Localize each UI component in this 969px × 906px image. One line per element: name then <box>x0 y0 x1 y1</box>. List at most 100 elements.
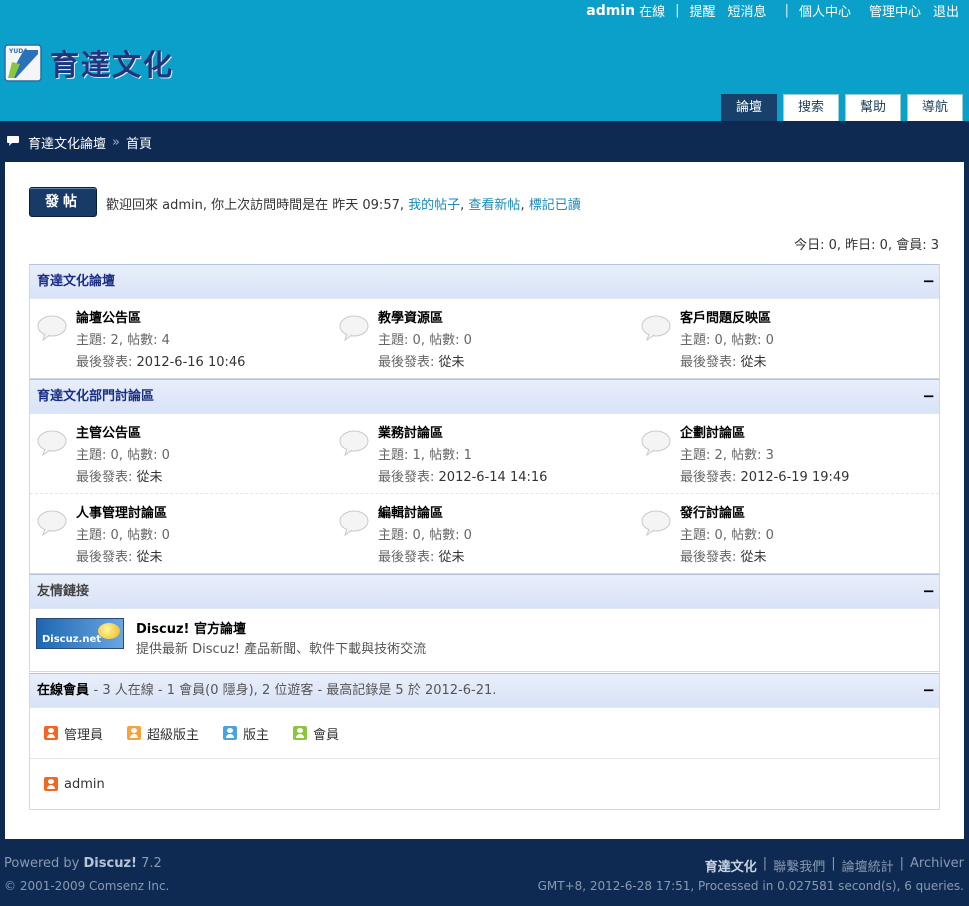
topics-label: 主題: <box>378 528 409 543</box>
posts-count: 0 <box>765 333 774 348</box>
topics-count: 0 <box>714 333 723 348</box>
forum-status-icon <box>36 430 67 457</box>
online-status: 在線 <box>639 5 666 20</box>
legend-label: 管理員 <box>64 727 104 743</box>
divider: | <box>784 3 789 18</box>
admin-center-link[interactable]: 管理中心 <box>869 1 921 20</box>
last-post-time[interactable]: 2012-6-16 10:46 <box>137 355 246 370</box>
tab-navigation[interactable]: 導航 <box>906 94 963 121</box>
forum-item: 業務討論區 主題: 1, 帖數: 1 最後發表: 2012-6-14 14:16 <box>332 414 634 493</box>
contact-link[interactable]: 聯繫我們 <box>773 856 825 875</box>
last-post-time: 從未 <box>136 470 163 485</box>
topics-label: 主題: <box>378 448 409 463</box>
topics-label: 主題: <box>76 528 107 543</box>
forum-status-icon <box>338 315 369 342</box>
category-header: 育達文化部門討論區 − <box>30 380 939 414</box>
posts-label: 帖數: <box>429 528 460 543</box>
archiver-link[interactable]: Archiver <box>910 856 964 875</box>
forum-item: 人事管理討論區 主題: 0, 帖數: 0 最後發表: 從未 <box>30 494 332 573</box>
friend-link-name[interactable]: Discuz! 官方論壇 <box>136 618 246 637</box>
online-summary: - 3 人在線 - 1 會員(0 隱身), 2 位遊客 - 最高記錄是 5 於 … <box>93 683 497 698</box>
stats-link[interactable]: 論壇統計 <box>842 856 894 875</box>
divider: | <box>762 856 768 871</box>
forum-counts: 主題: 0, 帖數: 0 <box>378 333 472 348</box>
footer-brand-link[interactable]: 育達文化 <box>705 856 757 875</box>
discuz-logo[interactable]: Discuz.net <box>36 618 124 649</box>
forum-name[interactable]: 編輯討論區 <box>378 502 443 521</box>
admin-user-icon <box>44 726 58 740</box>
notifications-link[interactable]: 提醒 <box>690 1 716 20</box>
topics-label: 主題: <box>680 333 711 348</box>
divider: | <box>831 856 836 871</box>
forum-name[interactable]: 業務討論區 <box>378 422 443 441</box>
last-post-label: 最後發表: <box>680 470 737 485</box>
online-user[interactable]: admin <box>44 777 105 792</box>
welcome-message: 歡迎回來 admin, 你上次訪問時間是在 昨天 09:57, 我的帖子, 查看… <box>106 198 581 213</box>
posts-count: 0 <box>161 448 170 463</box>
forum-item: 企劃討論區 主題: 2, 帖數: 3 最後發表: 2012-6-19 19:49 <box>634 414 936 493</box>
topics-count: 0 <box>110 528 119 543</box>
username-link[interactable]: admin <box>586 3 635 19</box>
forum-name[interactable]: 發行討論區 <box>680 502 745 521</box>
last-post-label: 最後發表: <box>378 550 435 565</box>
last-post-time[interactable]: 2012-6-19 19:49 <box>741 470 850 485</box>
category-title[interactable]: 育達文化論壇 <box>37 274 115 289</box>
forum-item: 教學資源區 主題: 0, 帖數: 0 最後發表: 從未 <box>332 299 634 378</box>
last-post-label: 最後發表: <box>76 470 133 485</box>
forum-name[interactable]: 論壇公告區 <box>76 307 141 326</box>
forum-last-post: 最後發表: 2012-6-19 19:49 <box>680 466 849 485</box>
forum-last-post: 最後發表: 從未 <box>680 351 767 370</box>
super-moderator-user-icon <box>127 726 142 740</box>
posts-count: 3 <box>765 448 774 463</box>
collapse-button[interactable]: − <box>922 674 935 707</box>
legend-item: 會員 <box>293 724 339 743</box>
posts-label: 帖數: <box>731 448 762 463</box>
forum-row: 主管公告區 主題: 0, 帖數: 0 最後發表: 從未 業務討論區 主題: 1,… <box>30 414 939 494</box>
my-posts-link[interactable]: 我的帖子 <box>408 198 460 213</box>
product-link[interactable]: Discuz! <box>84 856 137 871</box>
breadcrumb-forum-link[interactable]: 育達文化論壇 <box>28 133 106 152</box>
forum-name[interactable]: 主管公告區 <box>76 422 141 441</box>
forum-item: 主管公告區 主題: 0, 帖數: 0 最後發表: 從未 <box>30 414 332 493</box>
last-post-label: 最後發表: <box>378 470 435 485</box>
collapse-button[interactable]: − <box>922 380 935 413</box>
collapse-button[interactable]: − <box>922 265 935 298</box>
forum-status-icon <box>36 510 67 537</box>
forum-name[interactable]: 企劃討論區 <box>680 422 745 441</box>
collapse-button[interactable]: − <box>922 575 935 608</box>
forum-counts: 主題: 0, 帖數: 0 <box>76 448 170 463</box>
legend-item: 管理員 <box>44 724 103 743</box>
topics-count: 0 <box>412 333 421 348</box>
tab-help[interactable]: 幫助 <box>844 94 901 121</box>
logo-mark-icon: YUDA <box>4 44 42 82</box>
tab-search[interactable]: 搜索 <box>782 94 839 121</box>
site-header: admin 在線 | 提醒 短消息 | 個人中心 管理中心 退出 YUDA 育達… <box>0 0 969 121</box>
forum-status-icon <box>640 510 671 537</box>
legend-item: 超級版主 <box>127 724 199 743</box>
online-members-title: 在線會員 <box>37 683 90 698</box>
posts-count: 0 <box>765 528 774 543</box>
last-post-time: 從未 <box>740 550 767 565</box>
forum-status-icon <box>640 430 671 457</box>
mark-read-link[interactable]: 標記已讀 <box>529 198 581 213</box>
divider: | <box>675 3 680 18</box>
last-post-time[interactable]: 2012-6-14 14:16 <box>439 470 548 485</box>
forum-name[interactable]: 客戶問題反映區 <box>680 307 771 326</box>
posts-label: 帖數: <box>127 528 158 543</box>
posts-count: 1 <box>463 448 472 463</box>
forum-name[interactable]: 人事管理討論區 <box>76 502 167 521</box>
category-title[interactable]: 育達文化部門討論區 <box>37 389 154 404</box>
logout-link[interactable]: 退出 <box>933 1 959 20</box>
posts-label: 帖數: <box>429 448 460 463</box>
online-members-panel: 在線會員 - 3 人在線 - 1 會員(0 隱身), 2 位遊客 - 最高記錄是… <box>29 673 940 810</box>
messages-link[interactable]: 短消息 <box>728 1 767 20</box>
site-logo[interactable]: YUDA 育達文化 <box>4 42 174 84</box>
profile-link[interactable]: 個人中心 <box>799 1 851 20</box>
last-post-label: 最後發表: <box>76 355 133 370</box>
forum-name[interactable]: 教學資源區 <box>378 307 443 326</box>
new-posts-link[interactable]: 查看新帖 <box>468 198 520 213</box>
member-user-icon <box>293 726 308 740</box>
new-post-button[interactable]: 發帖 <box>29 187 97 217</box>
tab-forum[interactable]: 論壇 <box>720 94 777 121</box>
online-user-name[interactable]: admin <box>64 777 105 792</box>
